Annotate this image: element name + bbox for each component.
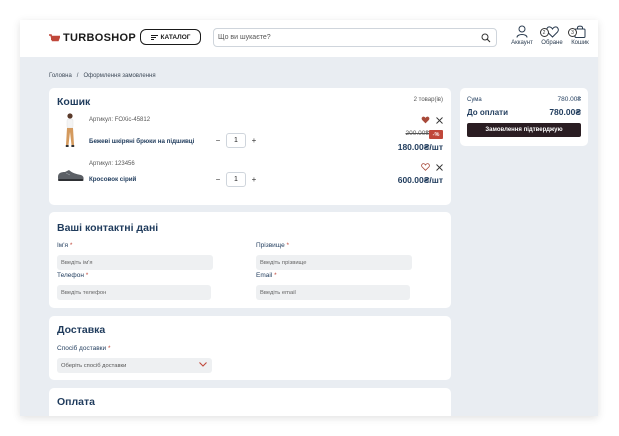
product-image-pants[interactable] [57, 112, 83, 150]
cart-link[interactable]: 3 Кошик [565, 25, 595, 46]
cart-label: Кошик [571, 40, 589, 46]
pay-row: До оплати 780.00₴ [467, 107, 581, 117]
surname-field[interactable] [256, 255, 412, 270]
qty-value[interactable]: 1 [226, 172, 246, 187]
item-sku: Артикул: 123456 [89, 161, 135, 167]
qty-plus-button[interactable]: + [250, 136, 258, 145]
cart-card: Кошик 2 товар(ів) Артикул: FOXic-45812 Б… [49, 88, 451, 205]
email-label: Email * [256, 272, 277, 279]
heart-icon[interactable] [421, 163, 430, 171]
confirm-order-button[interactable]: Замовлення підтверджую [467, 123, 581, 137]
catalog-button[interactable]: КАТАЛОГ [140, 29, 201, 45]
qty-value[interactable]: 1 [226, 133, 246, 148]
cart-count-badge: 3 [568, 28, 577, 37]
cart-logo-icon [49, 33, 60, 41]
cart-item-count: 2 товар(ів) [413, 97, 443, 103]
page-frame: TURBOSHOP КАТАЛОГ Акк [20, 20, 598, 416]
favorites-label: Обране [541, 40, 563, 46]
search-box [213, 28, 497, 47]
heart-filled-icon[interactable] [421, 116, 430, 124]
close-icon[interactable] [436, 116, 443, 124]
sum-label: Сума [467, 96, 482, 103]
old-price: 200.00₴ [405, 130, 430, 137]
breadcrumb-home[interactable]: Головна [49, 73, 72, 79]
favorites-link[interactable]: 2 Обране [537, 25, 567, 46]
item-actions [421, 163, 443, 171]
item-actions [421, 116, 443, 124]
item-name[interactable]: Кросовок сірий [89, 176, 136, 183]
cart-item: Артикул: 123456 Кросовок сірий − 1 + 600… [49, 158, 451, 202]
phone-field[interactable] [57, 285, 211, 300]
search-icon[interactable] [481, 33, 491, 43]
logo[interactable]: TURBOSHOP [49, 32, 136, 44]
delivery-method-select[interactable]: Оберіть спосіб доставки [57, 358, 212, 373]
payment-card: Оплата [49, 388, 451, 416]
item-name[interactable]: Бежеві шкіряні брюки на підшивці [89, 138, 194, 145]
user-icon [516, 25, 528, 38]
header: TURBOSHOP КАТАЛОГ Акк [20, 20, 598, 57]
phone-label: Телефон * [57, 272, 89, 279]
menu-icon [150, 34, 158, 40]
contacts-card: Ваші контактні дані Ім'я * Прізвище * Те… [49, 212, 451, 308]
search-input[interactable] [218, 31, 468, 44]
catalog-label: КАТАЛОГ [160, 33, 191, 41]
name-field[interactable] [57, 255, 213, 270]
qty-plus-button[interactable]: + [250, 175, 258, 184]
breadcrumb: Головна / Оформлення замовлення [49, 73, 156, 79]
pay-value: 780.00₴ [549, 107, 581, 117]
item-sku: Артикул: FOXic-45812 [89, 117, 151, 123]
sum-row: Сума 780.00₴ [467, 96, 581, 103]
surname-label: Прізвище * [256, 242, 290, 249]
payment-title: Оплата [57, 396, 96, 408]
breadcrumb-separator: / [76, 73, 79, 79]
breadcrumb-current: Оформлення замовлення [83, 73, 156, 79]
item-price: 180.00₴/шт [397, 142, 443, 152]
item-price: 600.00₴/шт [397, 175, 443, 185]
discount-badge: -% [429, 130, 443, 139]
cart-item: Артикул: FOXic-45812 Бежеві шкіряні брюк… [49, 110, 451, 154]
logo-text: TURBOSHOP [63, 32, 136, 44]
order-summary: Сума 780.00₴ До оплати 780.00₴ Замовленн… [460, 88, 588, 146]
contacts-title: Ваші контактні дані [57, 222, 159, 234]
sum-value: 780.00₴ [557, 96, 582, 103]
delivery-title: Доставка [57, 324, 106, 336]
close-icon[interactable] [436, 163, 443, 171]
quantity-stepper: − 1 + [214, 172, 258, 187]
pay-label: До оплати [467, 107, 508, 117]
account-link[interactable]: Аккаунт [507, 25, 537, 46]
chevron-down-icon [199, 362, 207, 367]
delivery-method-label: Спосіб доставки * [57, 345, 111, 352]
cart-title: Кошик [57, 96, 91, 108]
account-label: Аккаунт [511, 40, 533, 46]
delivery-method-placeholder: Оберіть спосіб доставки [61, 362, 127, 369]
qty-minus-button[interactable]: − [214, 175, 222, 184]
name-label: Ім'я * [57, 242, 73, 249]
favorites-count-badge: 2 [539, 28, 549, 37]
email-field[interactable] [256, 285, 410, 300]
quantity-stepper: − 1 + [214, 133, 258, 148]
qty-minus-button[interactable]: − [214, 136, 222, 145]
product-image-sneaker[interactable] [57, 168, 85, 182]
delivery-card: Доставка Спосіб доставки * Оберіть спосі… [49, 316, 451, 380]
